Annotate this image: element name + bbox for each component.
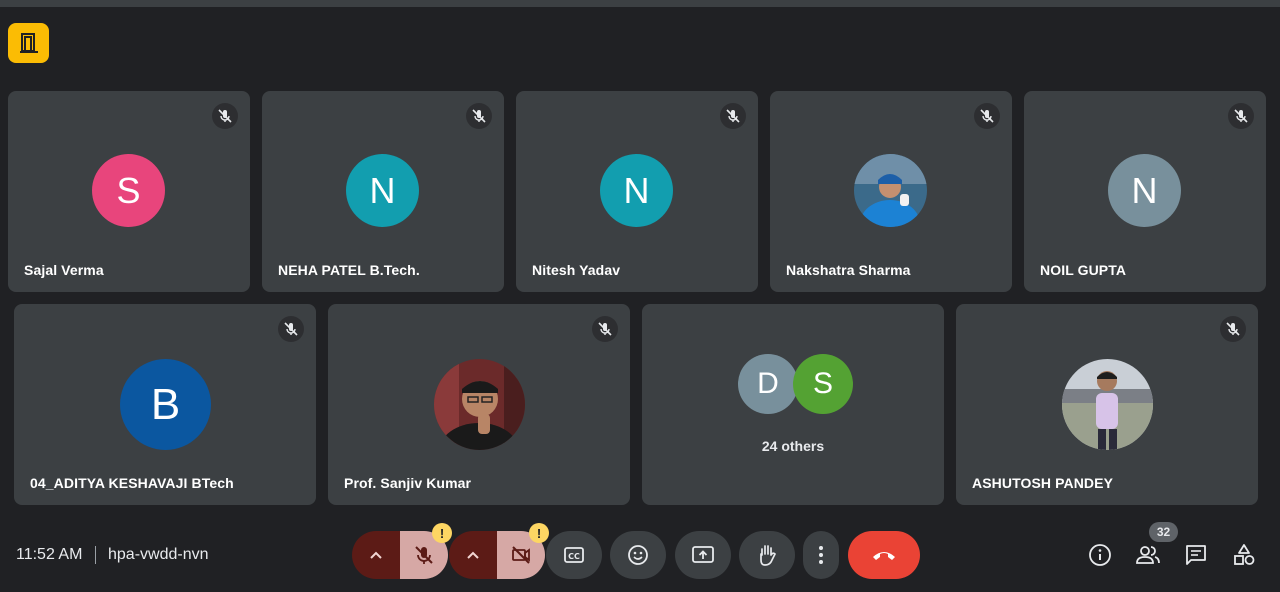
- mic-off-icon: [1228, 103, 1254, 129]
- warning-badge: !: [529, 523, 549, 543]
- avatar: N: [346, 154, 419, 227]
- avatar: S: [793, 354, 853, 414]
- more-vert-icon: [819, 546, 823, 564]
- avatar: S: [92, 154, 165, 227]
- info-icon: [1089, 544, 1111, 566]
- mic-off-icon: [466, 103, 492, 129]
- participant-name: Nakshatra Sharma: [786, 262, 911, 278]
- camera-off-button[interactable]: !: [497, 523, 549, 579]
- participant-count-badge: 32: [1149, 522, 1178, 542]
- hand-icon: [760, 545, 776, 566]
- divider: [95, 546, 96, 564]
- avatar: B: [120, 359, 211, 450]
- mic-options-button[interactable]: [352, 531, 400, 579]
- mic-off-icon: [1220, 316, 1246, 342]
- browser-top-strip: [0, 0, 1280, 7]
- participant-tile[interactable]: N Nitesh Yadav: [516, 91, 758, 292]
- avatar: N: [600, 154, 673, 227]
- avatar: N: [1108, 154, 1181, 227]
- svg-text:CC: CC: [568, 552, 580, 561]
- meeting-code: hpa-vwdd-nvn: [108, 546, 209, 563]
- others-count-label: 24 others: [761, 438, 825, 454]
- participant-tile[interactable]: B 04_ADITYA KESHAVAJI BTech: [14, 304, 316, 505]
- present-icon: [692, 546, 714, 563]
- participant-tile[interactable]: Nakshatra Sharma: [770, 91, 1012, 292]
- shapes-icon: [1234, 544, 1255, 565]
- mic-control-group: !: [352, 523, 452, 579]
- emoji-icon: [628, 545, 648, 565]
- closed-captions-icon: CC: [564, 547, 584, 563]
- participant-name: NEHA PATEL B.Tech.: [278, 262, 420, 278]
- participant-name: Nitesh Yadav: [532, 262, 621, 278]
- meeting-details-button[interactable]: [1085, 540, 1115, 570]
- leave-call-button[interactable]: [848, 531, 920, 579]
- participant-tile[interactable]: S Sajal Verma: [8, 91, 250, 292]
- present-screen-button[interactable]: [675, 531, 731, 579]
- participant-name: ASHUTOSH PANDEY: [972, 475, 1114, 491]
- participant-tile[interactable]: ASHUTOSH PANDEY: [956, 304, 1258, 505]
- participant-name: Sajal Verma: [24, 262, 104, 278]
- raise-hand-button[interactable]: [739, 531, 795, 579]
- man-with-glasses-photo: [434, 359, 525, 450]
- participant-name: Prof. Sanjiv Kumar: [344, 475, 472, 491]
- mic-off-icon: [974, 103, 1000, 129]
- chat-button[interactable]: [1181, 540, 1211, 570]
- activities-button[interactable]: [1229, 540, 1259, 570]
- people-icon: [1136, 546, 1160, 564]
- man-outdoors-photo: [1062, 359, 1153, 450]
- phone-hangup-icon: [873, 552, 895, 560]
- door-icon[interactable]: [8, 23, 49, 63]
- participant-tile[interactable]: N NOIL GUPTA: [1024, 91, 1266, 292]
- more-options-button[interactable]: [803, 531, 839, 579]
- participant-tile[interactable]: Prof. Sanjiv Kumar: [328, 304, 630, 505]
- microphone-off-button[interactable]: !: [400, 523, 452, 579]
- mic-off-icon: [278, 316, 304, 342]
- participant-name: NOIL GUPTA: [1040, 262, 1127, 278]
- participant-name: 04_ADITYA KESHAVAJI BTech: [30, 475, 234, 491]
- people-button[interactable]: [1133, 540, 1163, 570]
- mic-off-icon: [720, 103, 746, 129]
- captions-button[interactable]: CC: [546, 531, 602, 579]
- camera-off-icon: [512, 546, 530, 564]
- camera-options-button[interactable]: [449, 531, 497, 579]
- mic-off-icon: [212, 103, 238, 129]
- avatar: D: [738, 354, 798, 414]
- cricketer-photo: [854, 154, 927, 227]
- reactions-button[interactable]: [610, 531, 666, 579]
- chat-icon: [1186, 545, 1206, 565]
- mic-off-icon: [415, 546, 433, 564]
- camera-control-group: !: [449, 523, 549, 579]
- others-tile[interactable]: D S 24 others: [642, 304, 944, 505]
- meeting-time: 11:52 AM: [16, 546, 83, 563]
- mic-off-icon: [592, 316, 618, 342]
- participant-tile[interactable]: N NEHA PATEL B.Tech.: [262, 91, 504, 292]
